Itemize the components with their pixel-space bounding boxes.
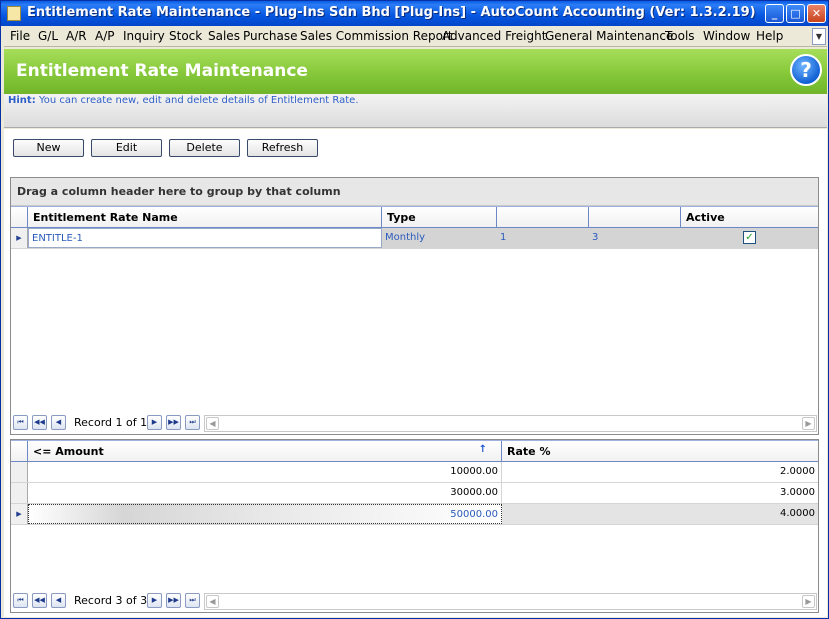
edit-button[interactable]: Edit [91,139,162,157]
col-amount[interactable]: <= Amount ↑ [28,441,502,462]
menu-inquiry[interactable]: Inquiry [123,29,165,43]
col-amount-label: <= Amount [33,445,104,458]
next-page-icon[interactable]: ▶▶ [166,415,181,430]
prev-page-icon[interactable]: ◀◀ [32,593,47,608]
first-record-icon[interactable]: ⏮ [13,593,28,608]
next-page-icon[interactable]: ▶▶ [166,593,181,608]
cell-active[interactable]: ✓ [681,228,818,248]
table-row-selected[interactable]: ▶ 50000.00 4.0000 [11,504,818,525]
page-title: Entitlement Rate Maintenance [16,61,308,81]
active-checkbox[interactable]: ✓ [743,231,756,244]
menu-sales-commission-report[interactable]: Sales Commission Report [300,29,453,43]
refresh-button[interactable]: Refresh [247,139,318,157]
col-type[interactable]: Type [382,207,497,228]
menu-stock[interactable]: Stock [169,29,202,43]
close-button[interactable]: ✕ [807,4,826,23]
col-4[interactable] [589,207,681,228]
prev-page-icon[interactable]: ◀◀ [32,415,47,430]
app-window: Entitlement Rate Maintenance - Plug-Ins … [0,0,829,619]
col-active[interactable]: Active [681,207,818,228]
table-row[interactable]: 30000.00 3.0000 [11,483,818,504]
rate-detail-grid: <= Amount ↑ Rate % 10000.00 2.0000 30000.… [10,439,819,613]
next-record-icon[interactable]: ▶ [147,415,162,430]
hint-label: Hint: [8,95,36,106]
scroll-right-icon[interactable]: ▶ [802,417,815,430]
col-3[interactable] [497,207,589,228]
hint-text: You can create new, edit and delete deta… [39,95,359,106]
row-indicator-arrow-icon: ▶ [11,504,28,524]
row-indicator-header [11,207,28,228]
maximize-button[interactable]: □ [786,4,805,23]
main-content: New Edit Delete Refresh Drag a column he… [4,129,827,617]
menu-help[interactable]: Help [756,29,783,43]
minimize-button[interactable]: _ [765,4,784,23]
menu-ar[interactable]: A/R [66,29,87,43]
last-record-icon[interactable]: ⏭ [185,593,200,608]
app-icon [7,6,21,21]
row-indicator [11,483,28,503]
scroll-left-icon[interactable]: ◀ [206,595,219,608]
prev-record-icon[interactable]: ◀ [51,415,66,430]
first-record-icon[interactable]: ⏮ [13,415,28,430]
menu-tools[interactable]: Tools [665,29,695,43]
grid2-header-row: <= Amount ↑ Rate % [11,440,818,462]
cell-rate[interactable]: 4.0000 [502,504,818,524]
horizontal-scrollbar[interactable]: ◀ ▶ [204,415,817,432]
menu-ap[interactable]: A/P [95,29,115,43]
menu-window[interactable]: Window [703,29,750,43]
col-rate[interactable]: Rate % [502,441,818,462]
col-entitlement-rate-name[interactable]: Entitlement Rate Name [28,207,382,228]
menu-overflow-chevron-icon[interactable]: ▼ [812,28,826,45]
delete-button[interactable]: Delete [169,139,240,157]
row-indicator-arrow-icon: ▶ [11,228,28,248]
cell-rate[interactable]: 2.0000 [502,462,818,482]
prev-record-icon[interactable]: ◀ [51,593,66,608]
page-header: Entitlement Rate Maintenance ? [4,49,827,94]
cell-amount[interactable]: 10000.00 [28,462,502,482]
scroll-right-icon[interactable]: ▶ [802,595,815,608]
grid2-navigator: ⏮ ◀◀ ◀ Record 3 of 3 ▶ ▶▶ ⏭ ◀ ▶ [12,593,817,611]
cell-amount[interactable]: 50000.00 [28,504,502,524]
sort-ascending-icon: ↑ [478,444,487,455]
record-counter: Record 1 of 1 [74,416,148,429]
menu-advanced-freight[interactable]: Advanced Freight [442,29,546,43]
cell-col3[interactable]: 1 [497,228,589,248]
hint-panel: Hint: You can create new, edit and delet… [4,94,827,128]
row-indicator [11,462,28,482]
cell-type[interactable]: Monthly [382,228,497,248]
cell-amount[interactable]: 30000.00 [28,483,502,503]
menu-sales[interactable]: Sales [208,29,240,43]
grid1-header-row: Entitlement Rate Name Type Active [11,206,818,228]
cell-rate[interactable]: 3.0000 [502,483,818,503]
window-title: Entitlement Rate Maintenance - Plug-Ins … [27,5,756,20]
menu-purchase[interactable]: Purchase [243,29,298,43]
row-indicator-header [11,441,28,462]
table-row[interactable]: 10000.00 2.0000 [11,462,818,483]
entitlement-rate-grid: Drag a column header here to group by th… [10,177,819,435]
menu-file[interactable]: File [10,29,30,43]
title-bar[interactable]: Entitlement Rate Maintenance - Plug-Ins … [1,1,828,26]
new-button[interactable]: New [13,139,84,157]
table-row[interactable]: ▶ ENTITLE-1 Monthly 1 3 ✓ [11,228,818,249]
next-record-icon[interactable]: ▶ [147,593,162,608]
last-record-icon[interactable]: ⏭ [185,415,200,430]
group-by-panel[interactable]: Drag a column header here to group by th… [11,178,818,206]
record-counter: Record 3 of 3 [74,594,148,607]
cell-name[interactable]: ENTITLE-1 [28,228,382,248]
help-icon[interactable]: ? [790,54,822,86]
scroll-left-icon[interactable]: ◀ [206,417,219,430]
cell-col4[interactable]: 3 [589,228,681,248]
horizontal-scrollbar[interactable]: ◀ ▶ [204,593,817,610]
grid1-navigator: ⏮ ◀◀ ◀ Record 1 of 1 ▶ ▶▶ ⏭ ◀ ▶ [12,415,817,433]
menu-general-maintenance[interactable]: General Maintenance [545,29,673,43]
group-by-prompt: Drag a column header here to group by th… [17,185,341,198]
menu-gl[interactable]: G/L [38,29,58,43]
menu-bar: File G/L A/R A/P Inquiry Stock Sales Pur… [4,26,827,47]
